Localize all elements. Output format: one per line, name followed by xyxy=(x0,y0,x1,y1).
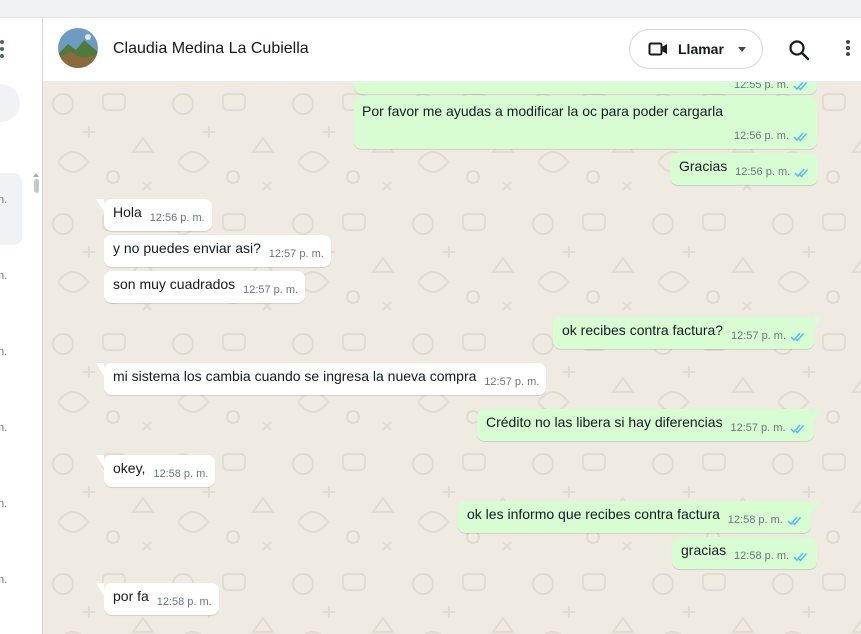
message-time: 12:58 p. m. xyxy=(156,596,212,608)
message-meta: 12:56 p. m. xyxy=(735,163,810,182)
message-time: 12:56 p. m. xyxy=(735,166,791,178)
contact-avatar[interactable] xyxy=(58,28,98,68)
message-text: por fa xyxy=(113,588,149,604)
message-text: ok les informo que recibes contra factur… xyxy=(467,506,720,522)
message-meta: 12:58 p. m. xyxy=(728,511,803,530)
scroll-up-arrow-icon[interactable] xyxy=(33,173,39,177)
message-meta: 12:57 p. m. xyxy=(731,327,806,346)
message-text: Hola xyxy=(113,204,142,220)
message-incoming[interactable]: Hola 12:56 p. m. xyxy=(96,199,212,231)
message-incoming[interactable]: son muy cuadrados 12:57 p. m. xyxy=(104,271,306,303)
message-outgoing[interactable]: 12:55 p. m. xyxy=(354,82,817,94)
sidebar-item-time: n. xyxy=(0,270,8,282)
sidebar-item-time: n. xyxy=(0,498,8,510)
sidebar-item-time: n. xyxy=(0,574,8,586)
message-time: 12:57 p. m. xyxy=(730,422,786,434)
message-text: okey, xyxy=(113,460,146,476)
message-meta: 12:56 p. m. xyxy=(150,209,205,228)
message-outgoing[interactable]: ok les informo que recibes contra factur… xyxy=(458,501,819,533)
double-check-icon xyxy=(793,552,808,562)
window-top-strip xyxy=(0,0,861,18)
message-meta: 12:57 p. m. xyxy=(243,281,298,300)
double-check-icon xyxy=(793,82,808,91)
message-time: 12:55 p. m. xyxy=(733,82,789,91)
message-outgoing[interactable]: Crédito no las libera si hay diferencias… xyxy=(477,409,822,441)
message-meta: 12:57 p. m. xyxy=(269,245,324,264)
message-outgoing[interactable]: ok recibes contra factura? 12:57 p. m. xyxy=(553,317,823,349)
chevron-down-icon[interactable] xyxy=(737,46,746,52)
message-time: 12:58 p. m. xyxy=(153,468,209,480)
message-text: mi sistema los cambia cuando se ingresa … xyxy=(113,368,477,384)
sidebar-menu-dots-icon[interactable] xyxy=(0,40,8,58)
message-outgoing[interactable]: gracias 12:58 p. m. xyxy=(672,537,818,569)
contact-name[interactable]: Claudia Medina La Cubiella xyxy=(113,40,309,58)
search-icon[interactable] xyxy=(787,38,811,62)
bubble-tail xyxy=(96,363,104,376)
sidebar-active-chat-item[interactable] xyxy=(0,173,22,245)
bubble-tail xyxy=(96,583,104,596)
message-text: Crédito no las libera si hay diferencias xyxy=(486,414,723,430)
message-outgoing[interactable]: Gracias 12:56 p. m. xyxy=(670,153,819,185)
message-meta: 12:57 p. m. xyxy=(484,373,539,392)
scroll-thumb[interactable] xyxy=(33,179,39,193)
message-meta: 12:57 p. m. xyxy=(730,419,805,438)
conversation-panel[interactable]: 12:55 p. m. Por favor me ayudas a modifi… xyxy=(43,82,861,634)
sidebar-item-time: n. xyxy=(0,194,8,206)
double-check-icon xyxy=(789,424,804,434)
message-meta: 12:58 p. m. xyxy=(734,547,809,566)
menu-dots-icon[interactable] xyxy=(843,38,853,62)
call-button[interactable]: Llamar xyxy=(629,29,763,69)
message-text: y no puedes enviar asi? xyxy=(113,240,261,256)
bubble-tail xyxy=(96,455,104,468)
message-meta: 12:55 p. m. xyxy=(734,82,809,95)
message-meta: 12:58 p. m. xyxy=(153,465,208,484)
double-check-icon xyxy=(793,132,808,142)
sidebar-scrollbar[interactable] xyxy=(32,173,40,195)
sidebar-item-time: n. xyxy=(0,422,8,434)
message-meta: 12:56 p. m. xyxy=(366,127,809,146)
message-text: Por favor me ayudas a modificar la oc pa… xyxy=(362,103,724,119)
message-incoming[interactable]: mi sistema los cambia cuando se ingresa … xyxy=(96,363,547,395)
message-time: 12:58 p. m. xyxy=(727,514,783,526)
bubble-tail xyxy=(96,199,104,212)
chat-header: Claudia Medina La Cubiella Llamar xyxy=(43,18,861,82)
call-button-label: Llamar xyxy=(678,41,724,57)
message-text: Gracias xyxy=(679,158,728,174)
message-time: 12:57 p. m. xyxy=(243,284,299,296)
bubble-tail xyxy=(810,501,819,514)
sidebar-search-box[interactable] xyxy=(0,84,20,122)
sidebar-item-time: n. xyxy=(0,346,8,358)
message-incoming[interactable]: y no puedes enviar asi? 12:57 p. m. xyxy=(104,235,331,267)
message-meta: 12:58 p. m. xyxy=(157,593,212,612)
message-time: 12:57 p. m. xyxy=(484,376,540,388)
chat-list-sidebar: n. n. n. n. n. n. xyxy=(0,18,43,634)
video-call-icon xyxy=(648,42,667,56)
message-text: gracias xyxy=(681,542,727,558)
double-check-icon xyxy=(794,168,809,178)
message-text: ok recibes contra factura? xyxy=(562,322,724,338)
message-time: 12:56 p. m. xyxy=(149,212,205,224)
double-check-icon xyxy=(787,516,801,526)
bubble-tail xyxy=(814,317,823,330)
message-incoming[interactable]: por fa 12:58 p. m. xyxy=(96,583,219,615)
message-time: 12:57 p. m. xyxy=(268,248,324,260)
message-incoming[interactable]: okey, 12:58 p. m. xyxy=(96,455,216,487)
message-time: 12:56 p. m. xyxy=(733,130,789,142)
message-text: son muy cuadrados xyxy=(113,276,236,292)
message-outgoing[interactable]: Por favor me ayudas a modificar la oc pa… xyxy=(354,96,817,149)
double-check-icon xyxy=(790,332,805,342)
bubble-tail xyxy=(813,409,822,422)
message-time: 12:57 p. m. xyxy=(730,330,787,342)
message-time: 12:58 p. m. xyxy=(734,550,790,562)
